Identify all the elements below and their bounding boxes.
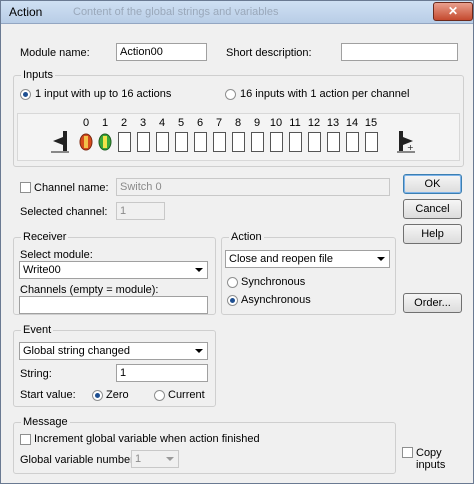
inputs-option1-label: 1 input with up to 16 actions [35, 88, 172, 100]
channel-number: 9 [253, 117, 261, 129]
chevron-down-icon [195, 268, 203, 272]
string-input[interactable]: 1 [116, 364, 208, 382]
channel-number: 1 [101, 117, 109, 129]
channel-number: 14 [345, 117, 359, 129]
title-ghost-text: Content of the global strings and variab… [73, 6, 279, 18]
receiver-group-label: Receiver [21, 231, 69, 243]
channel-number: 15 [364, 117, 378, 129]
title-bar: Action Content of the global strings and… [1, 1, 473, 24]
global-variable-label: Global variable number: [20, 454, 137, 466]
scroll-left-icon[interactable] [51, 131, 69, 153]
channel-slot-1[interactable] [98, 132, 112, 155]
channel-slot[interactable] [365, 132, 378, 152]
inputs-option1-radio[interactable] [20, 89, 31, 100]
channel-slot[interactable] [156, 132, 169, 152]
channel-slot[interactable] [308, 132, 321, 152]
channel-number: 4 [158, 117, 166, 129]
current-radio[interactable] [154, 390, 165, 401]
action-select-value: Close and reopen file [229, 253, 333, 265]
ok-button[interactable]: OK [403, 174, 462, 194]
asynchronous-radio[interactable] [227, 295, 238, 306]
channel-slot[interactable] [213, 132, 226, 152]
global-variable-value: 1 [135, 453, 142, 465]
channel-number: 10 [269, 117, 283, 129]
current-label: Current [168, 389, 205, 401]
start-value-label: Start value: [20, 389, 76, 401]
svg-text:+: + [407, 143, 414, 152]
module-name-input[interactable]: Action00 [116, 43, 207, 61]
action-group-label: Action [229, 231, 264, 243]
module-select-value: Write00 [23, 264, 61, 276]
global-variable-select[interactable]: 1 [131, 450, 179, 468]
string-label: String: [20, 368, 52, 380]
copy-inputs-checkbox[interactable] [402, 447, 413, 458]
short-description-label: Short description: [226, 47, 312, 59]
module-name-label: Module name: [20, 47, 90, 59]
asynchronous-label: Asynchronous [241, 294, 311, 306]
channel-name-input[interactable]: Switch 0 [116, 178, 390, 196]
channel-slot-0[interactable] [79, 132, 93, 155]
channel-led-red-icon [79, 133, 93, 151]
channel-slot[interactable] [289, 132, 302, 152]
help-button[interactable]: Help [403, 224, 462, 244]
cancel-button[interactable]: Cancel [403, 199, 462, 219]
channel-slot[interactable] [251, 132, 264, 152]
inputs-group-label: Inputs [21, 69, 55, 81]
close-icon: ✕ [447, 4, 459, 18]
channel-number: 2 [120, 117, 128, 129]
add-channel-icon[interactable]: + [397, 131, 415, 153]
channel-number: 13 [326, 117, 340, 129]
channels-input[interactable] [19, 296, 208, 314]
channel-slot[interactable] [194, 132, 207, 152]
channel-number: 11 [289, 117, 301, 129]
increment-label: Increment global variable when action fi… [34, 433, 260, 445]
copy-inputs-label: Copy inputs [416, 447, 446, 471]
message-group-label: Message [21, 416, 70, 428]
channel-led-green-icon [98, 133, 112, 151]
channel-number: 8 [234, 117, 242, 129]
event-group-label: Event [21, 324, 54, 336]
zero-label: Zero [106, 389, 129, 401]
channel-number: 0 [82, 117, 90, 129]
order-button[interactable]: Order... [403, 293, 462, 313]
synchronous-label: Synchronous [241, 276, 306, 288]
module-select[interactable]: Write00 [19, 261, 208, 279]
synchronous-radio[interactable] [227, 277, 238, 288]
channel-number: 7 [215, 117, 223, 129]
increment-checkbox[interactable] [20, 434, 31, 445]
window-title: Action [9, 5, 43, 19]
channel-number: 3 [139, 117, 147, 129]
selected-channel-label: Selected channel: [20, 206, 108, 218]
channel-number: 5 [177, 117, 185, 129]
short-description-input[interactable] [341, 43, 458, 61]
inputs-option2-label: 16 inputs with 1 action per channel [240, 88, 410, 100]
channel-slot[interactable] [346, 132, 359, 152]
dialog-window: Action Content of the global strings and… [0, 0, 474, 484]
channel-slot[interactable] [118, 132, 131, 152]
channel-slot[interactable] [270, 132, 283, 152]
zero-radio[interactable] [92, 390, 103, 401]
close-button[interactable]: ✕ [433, 2, 473, 21]
chevron-down-icon [377, 257, 385, 261]
message-group [13, 422, 396, 474]
channel-slot[interactable] [232, 132, 245, 152]
channel-number: 6 [196, 117, 204, 129]
chevron-down-icon [195, 349, 203, 353]
channel-number: 12 [307, 117, 321, 129]
event-select[interactable]: Global string changed [19, 342, 208, 360]
channel-name-checkbox[interactable] [20, 182, 31, 193]
inputs-option2-radio[interactable] [225, 89, 236, 100]
chevron-down-icon [166, 457, 174, 461]
channel-slot[interactable] [327, 132, 340, 152]
action-select[interactable]: Close and reopen file [225, 250, 390, 268]
channel-slot[interactable] [175, 132, 188, 152]
channels-label: Channels (empty = module): [20, 284, 159, 296]
channel-slot[interactable] [137, 132, 150, 152]
event-select-value: Global string changed [23, 345, 131, 357]
selected-channel-input[interactable]: 1 [116, 202, 165, 220]
channel-name-label: Channel name: [34, 182, 109, 194]
select-module-label: Select module: [20, 249, 93, 261]
